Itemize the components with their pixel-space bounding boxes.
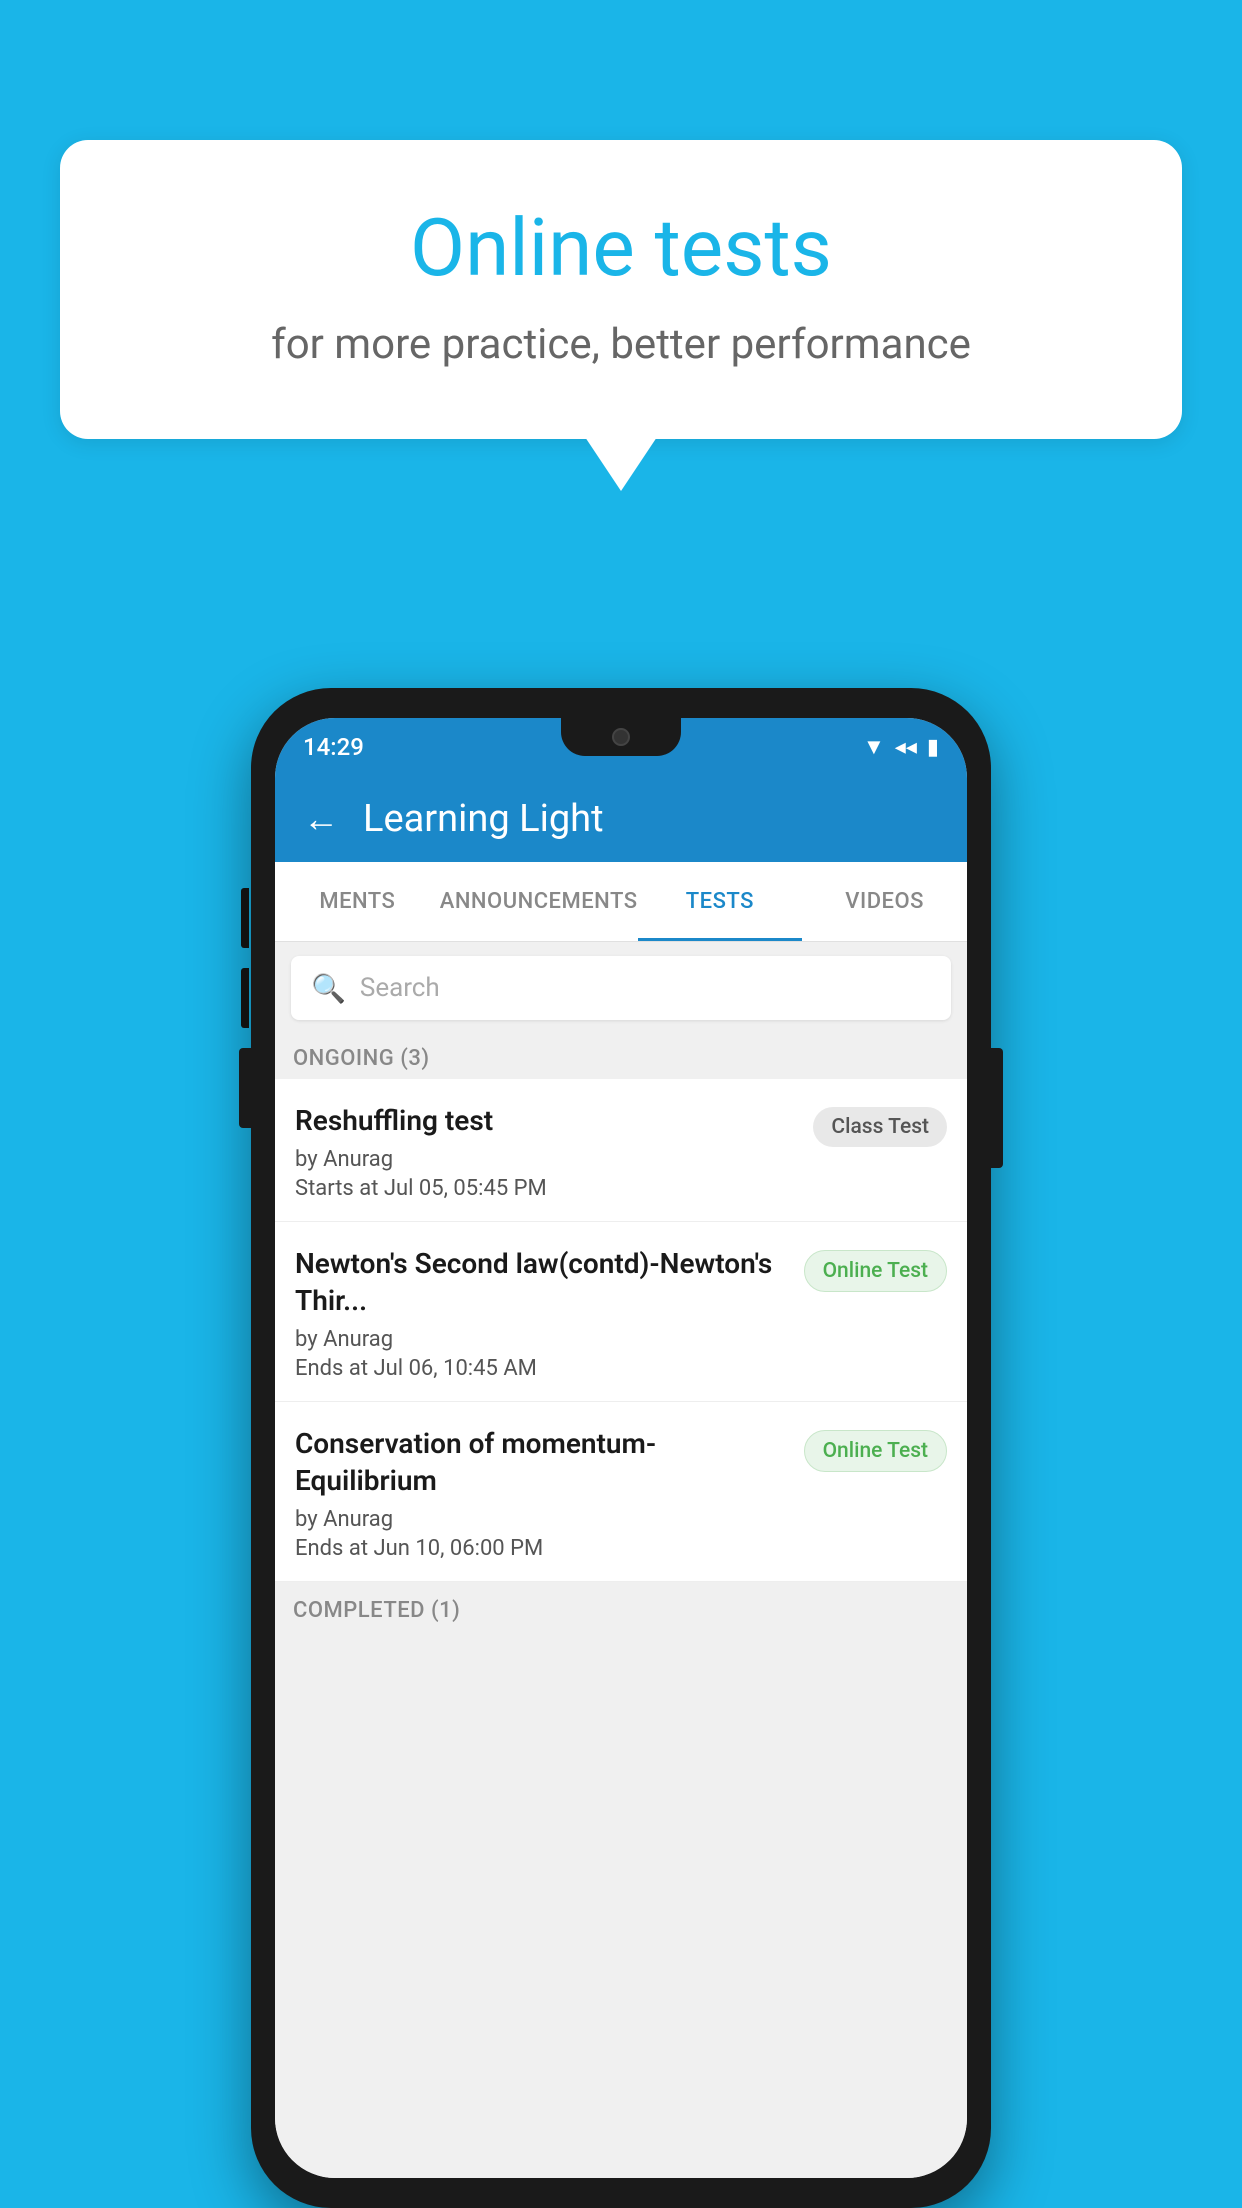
volume-down-button[interactable] <box>241 968 249 1028</box>
bubble-title: Online tests <box>140 200 1102 296</box>
tabs-container: MENTS ANNOUNCEMENTS TESTS VIDEOS <box>275 862 967 942</box>
test-list: Reshuffling test by Anurag Starts at Jul… <box>275 1079 967 1582</box>
test-time: Ends at Jul 06, 10:45 AM <box>295 1356 790 1381</box>
ongoing-section-header: ONGOING (3) <box>275 1034 967 1079</box>
wifi-icon: ▼ <box>863 734 885 760</box>
speech-bubble: Online tests for more practice, better p… <box>60 140 1182 439</box>
test-badge: Class Test <box>813 1107 947 1147</box>
phone-frame: 14:29 ▼ ◂◂ ▮ ← Learning Light MENTS ANNO… <box>251 688 991 2208</box>
app-title: Learning Light <box>363 797 604 841</box>
tab-tests[interactable]: TESTS <box>638 862 803 941</box>
test-by: by Anurag <box>295 1147 799 1172</box>
status-icons: ▼ ◂◂ ▮ <box>863 734 939 760</box>
completed-section-header: COMPLETED (1) <box>275 1582 967 1631</box>
test-badge: Online Test <box>804 1250 947 1292</box>
front-camera <box>612 728 630 746</box>
content-area: 🔍 Search ONGOING (3) Reshuffling test by… <box>275 942 967 2178</box>
speech-bubble-container: Online tests for more practice, better p… <box>60 140 1182 439</box>
bubble-subtitle: for more practice, better performance <box>140 320 1102 369</box>
phone-screen: 14:29 ▼ ◂◂ ▮ ← Learning Light MENTS ANNO… <box>275 718 967 2178</box>
test-badge: Online Test <box>804 1430 947 1472</box>
phone-device: 14:29 ▼ ◂◂ ▮ ← Learning Light MENTS ANNO… <box>251 688 991 2208</box>
test-name: Newton's Second law(contd)-Newton's Thir… <box>295 1246 790 1319</box>
test-item[interactable]: Conservation of momentum-Equilibrium by … <box>275 1402 967 1582</box>
status-time: 14:29 <box>303 733 364 761</box>
test-name: Reshuffling test <box>295 1103 799 1139</box>
battery-icon: ▮ <box>927 735 939 760</box>
search-input[interactable]: Search <box>360 973 440 1003</box>
search-icon: 🔍 <box>311 972 346 1005</box>
test-info: Conservation of momentum-Equilibrium by … <box>295 1426 790 1561</box>
search-bar[interactable]: 🔍 Search <box>291 956 951 1020</box>
test-by: by Anurag <box>295 1327 790 1352</box>
test-info: Reshuffling test by Anurag Starts at Jul… <box>295 1103 799 1201</box>
app-bar: ← Learning Light <box>275 776 967 862</box>
test-item[interactable]: Reshuffling test by Anurag Starts at Jul… <box>275 1079 967 1222</box>
signal-icon: ◂◂ <box>895 735 917 760</box>
tab-ments[interactable]: MENTS <box>275 862 440 941</box>
tab-announcements[interactable]: ANNOUNCEMENTS <box>440 862 638 941</box>
test-info: Newton's Second law(contd)-Newton's Thir… <box>295 1246 790 1381</box>
tab-videos[interactable]: VIDEOS <box>802 862 967 941</box>
test-name: Conservation of momentum-Equilibrium <box>295 1426 790 1499</box>
notch <box>561 718 681 756</box>
volume-up-button[interactable] <box>241 888 249 948</box>
test-time: Ends at Jun 10, 06:00 PM <box>295 1536 790 1561</box>
test-by: by Anurag <box>295 1507 790 1532</box>
test-item[interactable]: Newton's Second law(contd)-Newton's Thir… <box>275 1222 967 1402</box>
test-time: Starts at Jul 05, 05:45 PM <box>295 1176 799 1201</box>
search-bar-container: 🔍 Search <box>275 942 967 1034</box>
back-button[interactable]: ← <box>303 798 339 840</box>
